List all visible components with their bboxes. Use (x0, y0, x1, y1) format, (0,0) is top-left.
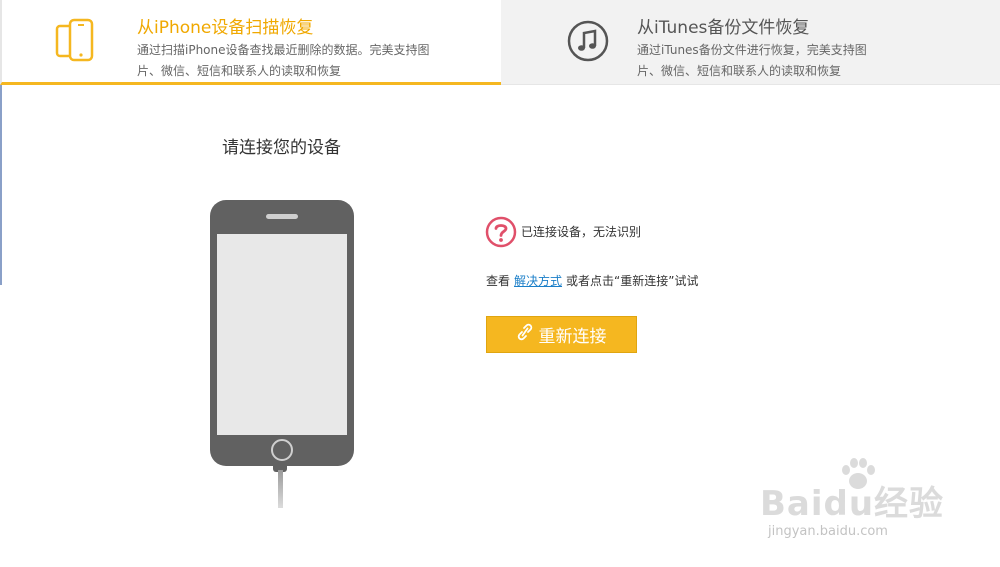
reconnect-button[interactable]: 重新连接 (486, 316, 637, 353)
tab-iphone-scan[interactable]: 从iPhone设备扫描恢复 通过扫描iPhone设备查找最近删除的数据。完美支持… (0, 0, 501, 85)
baidu-watermark: Baidu经验 jingyan.baidu.com (760, 458, 990, 548)
phone-cable (278, 470, 283, 508)
watermark-url: jingyan.baidu.com (768, 524, 888, 539)
phone-home-button (271, 439, 293, 461)
tab-itunes-desc: 通过iTunes备份文件进行恢复，完美支持图片、微信、短信和联系人的读取和恢复 (637, 43, 867, 78)
connect-device-title: 请连接您的设备 (222, 138, 341, 158)
help-hint: 查看 解决方式 或者点击“重新连接”试试 (486, 272, 698, 289)
watermark-brand: Baidu经验 (760, 484, 945, 524)
hint-suffix: 或者点击“重新连接”试试 (566, 274, 699, 288)
link-icon (517, 323, 533, 346)
phone-speaker (266, 214, 298, 219)
phone-screen (217, 234, 347, 435)
tab-iphone-title: 从iPhone设备扫描恢复 (137, 18, 314, 38)
phone-illustration (210, 200, 354, 466)
iphone-icon (53, 18, 97, 66)
reconnect-label: 重新连接 (538, 327, 607, 347)
connection-status-text: 已连接设备，无法识别 (521, 225, 642, 239)
hint-prefix: 查看 (486, 274, 511, 288)
question-mark-icon (485, 216, 517, 252)
mode-tabs: 从iPhone设备扫描恢复 通过扫描iPhone设备查找最近删除的数据。完美支持… (0, 0, 1000, 85)
window-left-edge (0, 85, 2, 285)
tab-iphone-desc: 通过扫描iPhone设备查找最近删除的数据。完美支持图片、微信、短信和联系人的读… (137, 43, 430, 78)
tab-itunes-backup[interactable]: 从iTunes备份文件恢复 通过iTunes备份文件进行恢复，完美支持图片、微信… (501, 0, 1000, 85)
music-note-icon (567, 20, 609, 66)
tab-itunes-title: 从iTunes备份文件恢复 (637, 18, 810, 38)
solution-link[interactable]: 解决方式 (514, 274, 562, 288)
